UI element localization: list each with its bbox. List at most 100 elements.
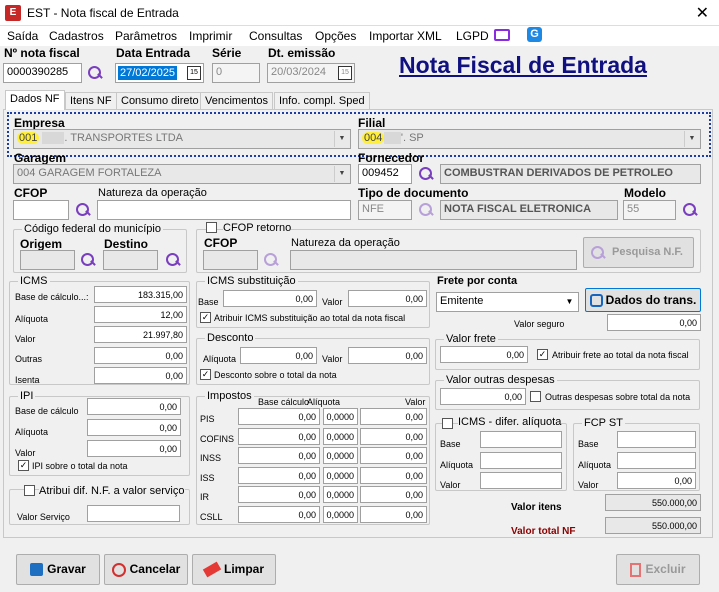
menu-lgpd[interactable]: LGPD [456, 29, 489, 43]
tab-itens-nf[interactable]: Itens NF [65, 92, 117, 110]
search-icon[interactable] [263, 252, 279, 268]
imposto-valor-input[interactable]: 0,00 [360, 486, 427, 503]
modelo-input[interactable]: 55 [623, 200, 676, 220]
icms-dif-checkbox[interactable] [442, 418, 453, 429]
menu-consultas[interactable]: Consultas [249, 29, 302, 43]
chevron-down-icon[interactable]: ▼ [334, 166, 349, 182]
imposto-valor-input[interactable]: 0,00 [360, 505, 427, 523]
cfop-retorno-checkbox[interactable] [206, 222, 217, 233]
chevron-down-icon[interactable]: ▼ [562, 294, 577, 310]
icms-dif-base-input[interactable] [480, 431, 562, 448]
icms-st-valor-input[interactable]: 0,00 [348, 290, 427, 307]
dt-emissao-input[interactable]: 20/03/2024 15 [267, 63, 355, 83]
imposto-aliq-input[interactable]: 0,0000 [323, 505, 358, 523]
dif-nf-checkbox[interactable] [24, 485, 35, 496]
destino-input[interactable] [103, 250, 158, 270]
imposto-base-input[interactable]: 0,00 [238, 408, 320, 425]
menu-parametros[interactable]: Parâmetros [115, 29, 177, 43]
tab-consumo-direto[interactable]: Consumo direto [116, 92, 204, 110]
imposto-aliq-input[interactable]: 0,0000 [323, 466, 358, 484]
imposto-base-input[interactable]: 0,00 [238, 505, 320, 523]
imposto-base-input[interactable]: 0,00 [238, 447, 320, 464]
icms-st-checkbox[interactable]: ✓ [200, 312, 211, 323]
icms-dif-valor-input[interactable] [480, 472, 562, 489]
ipi-checkbox[interactable]: ✓ [18, 460, 29, 471]
monitor-icon[interactable] [494, 29, 510, 41]
frete-combo[interactable]: Emitente ▼ [436, 292, 579, 312]
garagem-combo[interactable]: 004 GARAGEM FORTALEZA ▼ [13, 164, 351, 184]
icms-dif-aliq-input[interactable] [480, 452, 562, 469]
excluir-button[interactable]: Excluir [616, 554, 700, 585]
tab-info-compl-sped[interactable]: Info. compl. Sped [274, 92, 370, 110]
menu-cadastros[interactable]: Cadastros [49, 29, 104, 43]
chevron-down-icon[interactable]: ▼ [684, 131, 699, 147]
gravar-button[interactable]: Gravar [16, 554, 100, 585]
menu-imprimir[interactable]: Imprimir [189, 29, 232, 43]
origem-input[interactable] [20, 250, 75, 270]
imposto-base-input[interactable]: 0,00 [238, 427, 320, 445]
ipi-valor-input[interactable]: 0,00 [87, 440, 181, 457]
imposto-base-input[interactable]: 0,00 [238, 466, 320, 484]
search-icon[interactable] [87, 65, 103, 81]
icms-isenta-input[interactable]: 0,00 [94, 367, 187, 384]
tab-dados-nf[interactable]: Dados NF [5, 90, 65, 110]
imposto-aliq-input[interactable]: 0,0000 [323, 408, 358, 425]
search-icon[interactable] [418, 202, 434, 218]
ipi-aliq-input[interactable]: 0,00 [87, 419, 181, 436]
tab-vencimentos[interactable]: Vencimentos [200, 92, 273, 110]
outras-checkbox[interactable] [530, 391, 541, 402]
app-logo-icon[interactable]: G [527, 27, 542, 42]
empresa-combo[interactable]: 001 xxxx. TRANSPORTES LTDA ▼ [13, 129, 351, 149]
tipo-doc-code[interactable]: NFE [358, 200, 412, 220]
close-icon[interactable]: ✕ [696, 3, 709, 23]
cfop-input[interactable] [13, 200, 69, 220]
desconto-valor-input[interactable]: 0,00 [348, 347, 427, 364]
fcp-base-input[interactable] [617, 431, 696, 448]
icms-st-base-input[interactable]: 0,00 [223, 290, 317, 307]
data-entrada-input[interactable]: 27/02/2025 15 [115, 63, 204, 83]
fornecedor-code[interactable]: 009452 [358, 164, 412, 184]
dif-nf-valor-input[interactable] [87, 505, 180, 522]
menu-importar-xml[interactable]: Importar XML [369, 29, 442, 43]
imposto-base-input[interactable]: 0,00 [238, 486, 320, 503]
imposto-aliq-input[interactable]: 0,0000 [323, 486, 358, 503]
cfop-retorno-natureza-input[interactable] [290, 250, 577, 270]
nota-input[interactable]: 0000390285 [3, 63, 82, 83]
menu-saida[interactable]: Saída [7, 29, 38, 43]
ipi-base-input[interactable]: 0,00 [87, 398, 181, 415]
search-icon[interactable] [75, 202, 91, 218]
natureza-input[interactable] [97, 200, 351, 220]
cfop-retorno-input[interactable] [203, 250, 258, 270]
fcp-valor-input[interactable]: 0,00 [617, 472, 696, 489]
menu-opcoes[interactable]: Opções [315, 29, 356, 43]
imposto-aliq-input[interactable]: 0,0000 [323, 427, 358, 445]
search-icon[interactable] [80, 252, 96, 268]
filial-combo[interactable]: 004 xxx'. SP ▼ [358, 129, 701, 149]
valor-frete-input[interactable]: 0,00 [440, 346, 528, 363]
search-icon[interactable] [165, 252, 181, 268]
icms-aliq-input[interactable]: 12,00 [94, 306, 187, 323]
imposto-aliq-input[interactable]: 0,0000 [323, 447, 358, 464]
pesquisa-nf-button[interactable]: Pesquisa N.F. [583, 237, 694, 268]
search-icon[interactable] [418, 166, 434, 182]
chevron-down-icon[interactable]: ▼ [334, 131, 349, 147]
calendar-icon[interactable]: 15 [338, 66, 352, 80]
icms-base-input[interactable]: 183.315,00 [94, 286, 187, 303]
calendar-icon[interactable]: 15 [187, 66, 201, 80]
search-icon[interactable] [682, 202, 698, 218]
icms-valor-input[interactable]: 21.997,80 [94, 326, 187, 343]
desconto-aliq-input[interactable]: 0,00 [240, 347, 317, 364]
outras-despesas-input[interactable]: 0,00 [440, 388, 526, 405]
frete-checkbox[interactable]: ✓ [537, 349, 548, 360]
fcp-aliq-input[interactable] [617, 452, 696, 469]
imposto-valor-input[interactable]: 0,00 [360, 408, 427, 425]
imposto-valor-input[interactable]: 0,00 [360, 466, 427, 484]
limpar-button[interactable]: Limpar [192, 554, 276, 585]
dados-trans-button[interactable]: Dados do trans. [585, 288, 701, 312]
cancelar-button[interactable]: Cancelar [104, 554, 188, 585]
imposto-valor-input[interactable]: 0,00 [360, 447, 427, 464]
valor-seguro-input[interactable]: 0,00 [607, 314, 701, 331]
icms-outras-input[interactable]: 0,00 [94, 347, 187, 364]
serie-input[interactable]: 0 [212, 63, 260, 83]
desconto-checkbox[interactable]: ✓ [200, 369, 211, 380]
